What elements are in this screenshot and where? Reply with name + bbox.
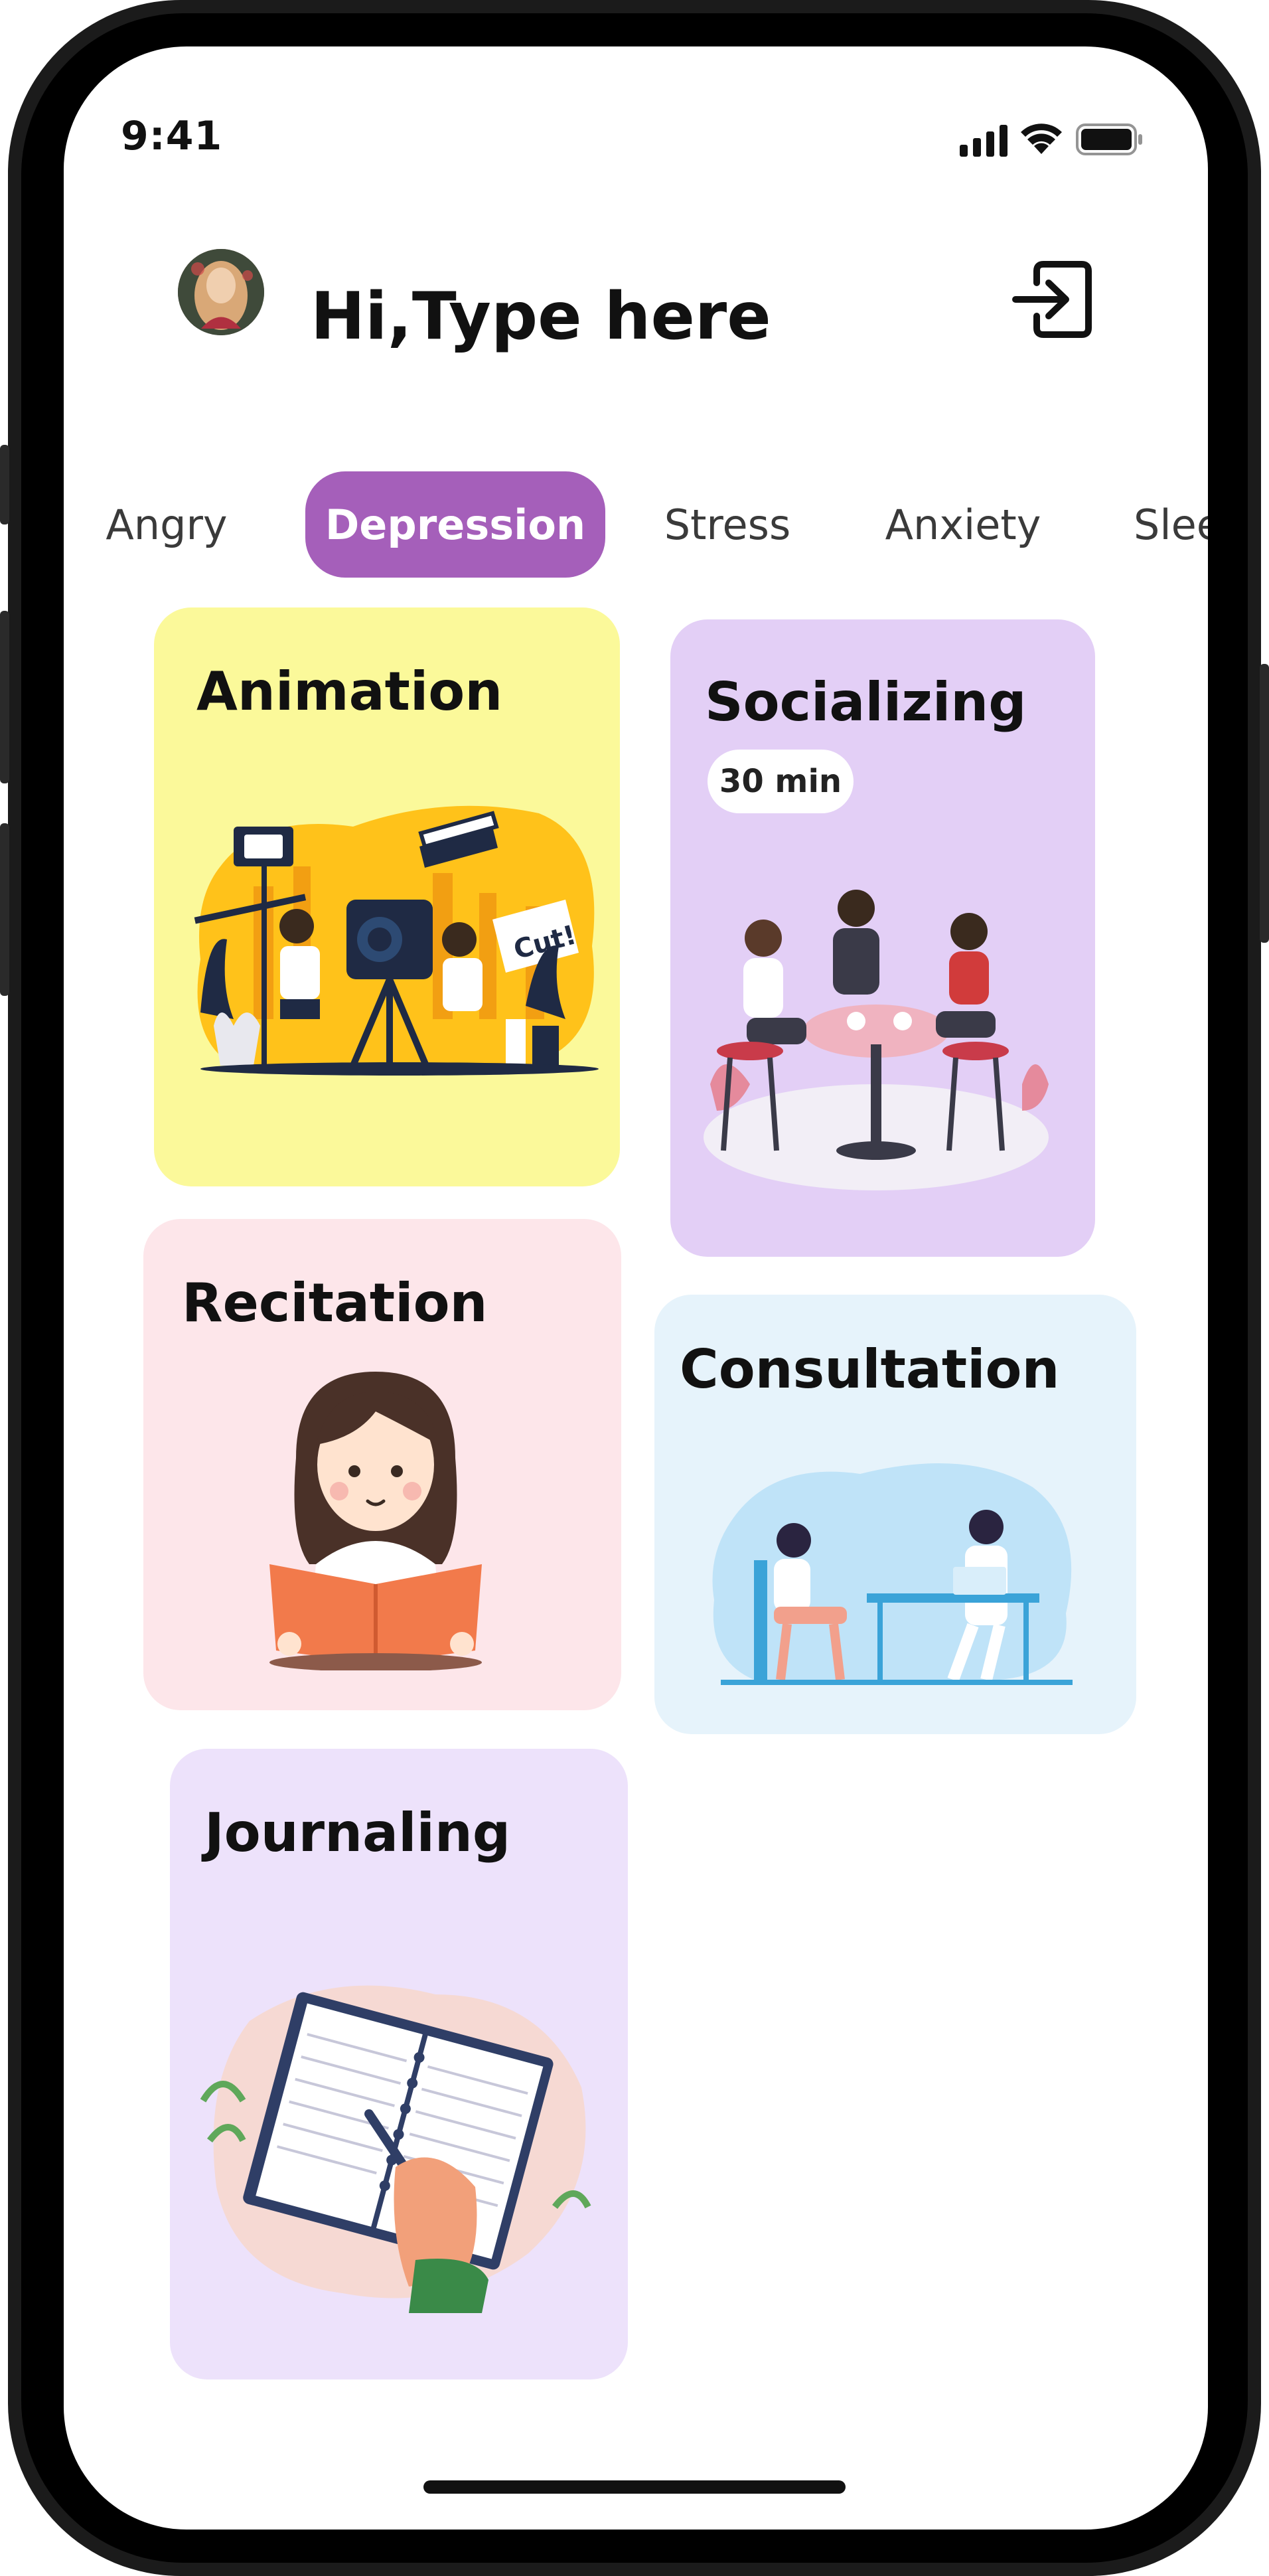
tab-sleep[interactable]: Sleep [1134, 471, 1208, 578]
tab-stress[interactable]: Stress [661, 471, 794, 578]
battery-icon [1076, 123, 1142, 155]
side-button [0, 823, 9, 996]
status-time: 9:41 [121, 113, 223, 159]
signal-icon [960, 125, 1008, 157]
card-title: Animation [196, 661, 503, 722]
card-consultation[interactable]: Consultation [654, 1295, 1136, 1734]
greeting-title: Hi,Type here [311, 279, 771, 355]
card-title: Journaling [204, 1802, 511, 1864]
card-title: Socializing [705, 671, 1027, 733]
film-crew-illustration: Cut! [194, 805, 599, 1076]
screen: 9:41 Hi,Type here Angry Depression Stres… [64, 46, 1208, 2530]
tab-anxiety[interactable]: Anxiety [880, 471, 1046, 578]
tab-angry[interactable]: Angry [104, 471, 230, 578]
card-title: Recitation [182, 1272, 488, 1334]
journaling-illustration [200, 1985, 591, 2313]
side-button [0, 611, 9, 783]
logout-icon[interactable] [1010, 256, 1095, 343]
consultation-illustration [712, 1463, 1073, 1685]
side-button [0, 445, 9, 524]
avatar-image [178, 249, 264, 335]
socializing-illustration [704, 890, 1049, 1190]
wifi-icon [1021, 123, 1062, 154]
duration-badge: 30 min [708, 750, 854, 813]
card-journaling[interactable]: Journaling [170, 1749, 628, 2379]
reading-girl-illustration [269, 1372, 482, 1670]
tab-depression[interactable]: Depression [305, 471, 605, 578]
avatar[interactable] [178, 249, 264, 335]
card-title: Consultation [680, 1338, 1060, 1400]
card-animation[interactable]: Animation Cut! [154, 607, 620, 1186]
card-socializing[interactable]: Socializing 30 min [670, 619, 1095, 1257]
home-indicator[interactable] [423, 2480, 846, 2494]
card-recitation[interactable]: Recitation [143, 1219, 621, 1710]
side-button [1260, 664, 1269, 943]
